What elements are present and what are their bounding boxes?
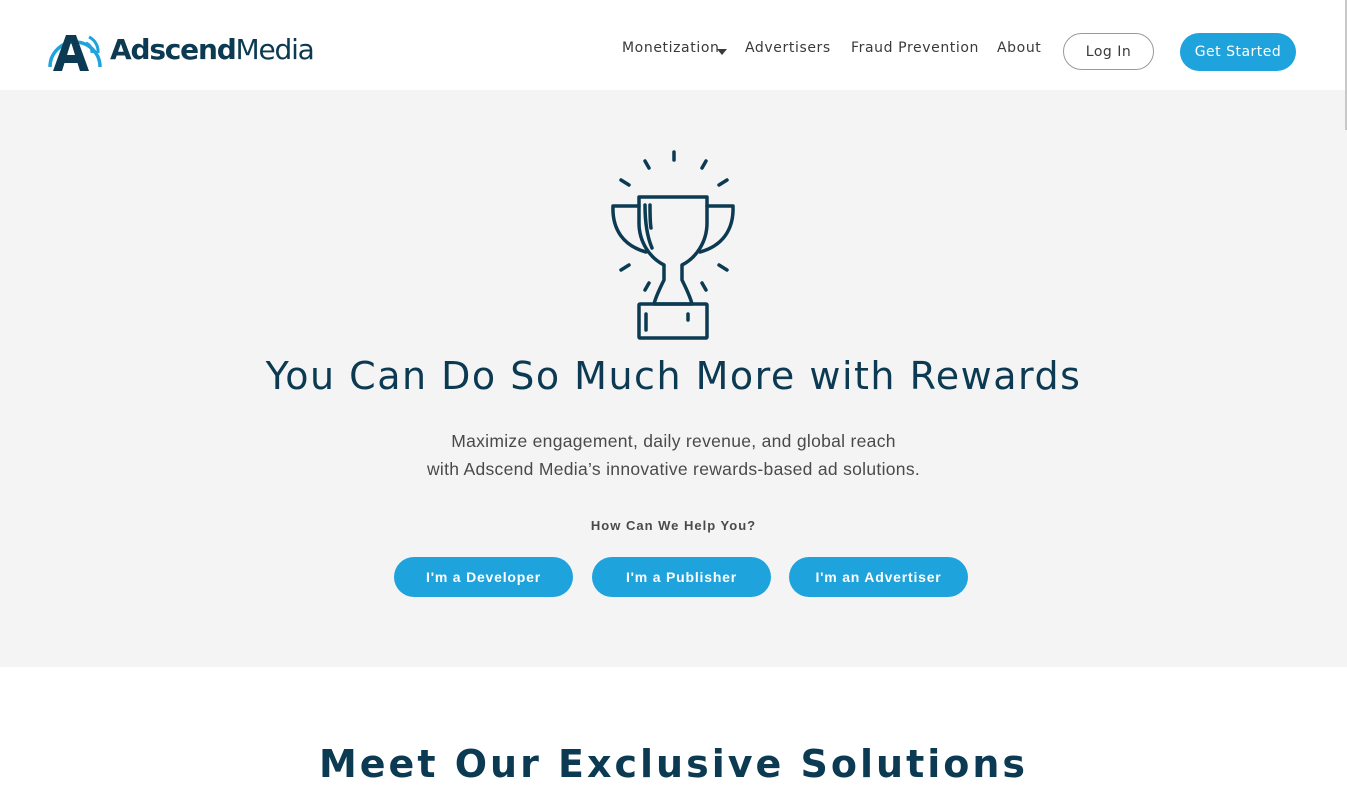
publisher-button[interactable]: I'm a Publisher [592,557,771,597]
advertiser-button[interactable]: I'm an Advertiser [789,557,968,597]
hero-section: You Can Do So Much More with Rewards Max… [0,90,1347,667]
developer-button[interactable]: I'm a Developer [394,557,573,597]
hero-subtitle-line1: Maximize engagement, daily revenue, and … [451,431,896,451]
help-prompt: How Can We Help You? [590,518,757,533]
nav-item-monetization[interactable]: Monetization [622,40,719,56]
chevron-down-icon[interactable] [717,49,727,55]
login-button[interactable]: Log In [1063,33,1154,70]
solutions-title: Meet Our Exclusive Solutions [318,742,1029,786]
site-header: AdscendMedia Monetization Advertisers Fr… [0,0,1347,90]
nav-item-advertisers[interactable]: Advertisers [745,40,831,56]
nav-item-about[interactable]: About [997,40,1041,56]
get-started-button[interactable]: Get Started [1180,33,1296,71]
hero-title: You Can Do So Much More with Rewards [265,354,1082,398]
hero-subtitle: Maximize engagement, daily revenue, and … [0,427,1347,483]
nav-item-fraud-prevention[interactable]: Fraud Prevention [851,40,979,56]
trophy-icon [611,150,735,340]
hero-subtitle-line2: with Adscend Media’s innovative rewards-… [426,459,921,479]
